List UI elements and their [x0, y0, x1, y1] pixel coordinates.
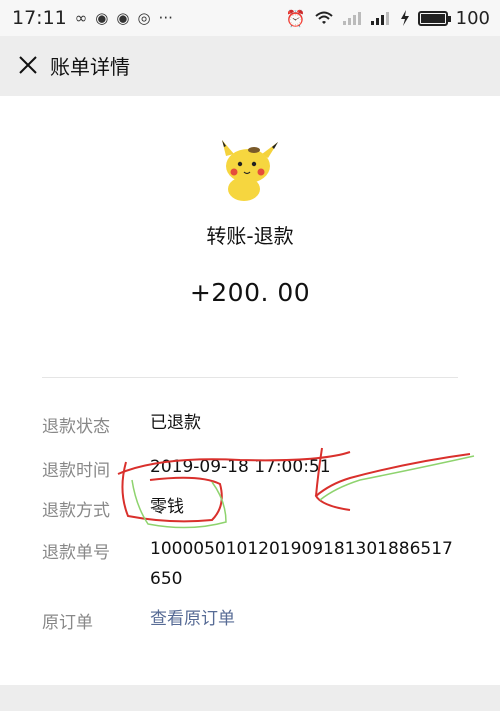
- status-right: ⏰ 100: [286, 8, 490, 29]
- battery-level: 100: [455, 7, 490, 29]
- refund-time-value: 2019-09-18 17:00:51: [150, 457, 331, 477]
- infinity-icon: ∞: [74, 9, 88, 27]
- refund-method-label: 退款方式: [42, 501, 110, 521]
- status-bar: 17:11 ∞ ◉ ◉ ◎ ··· ⏰ 100: [0, 0, 500, 36]
- refund-number-row: 退款单号 1000050101201909181301886517 650: [42, 538, 462, 594]
- amount: +200. 00: [189, 278, 311, 307]
- original-order-row: 原订单 查看原订单: [42, 608, 462, 634]
- status-left: 17:11 ∞ ◉ ◉ ◎ ···: [12, 7, 173, 29]
- refund-time-label: 退款时间: [42, 461, 110, 481]
- app-icon: ◉: [116, 9, 130, 27]
- app-icon: ◉: [95, 9, 109, 27]
- alarm-icon: ⏰: [285, 8, 306, 28]
- refund-status-row: 退款状态 已退款: [42, 412, 462, 438]
- refund-status-value: 已退款: [150, 413, 201, 433]
- signal-4g-icon: [370, 12, 389, 25]
- status-time: 17:11: [12, 7, 67, 29]
- more-dots-icon: ···: [158, 9, 173, 27]
- page-title: 账单详情: [50, 54, 130, 79]
- refund-number-label: 退款单号: [42, 543, 110, 563]
- close-icon[interactable]: [14, 51, 42, 79]
- refund-method-row: 退款方式 零钱: [42, 496, 462, 522]
- refund-number-line2: 650: [150, 569, 183, 589]
- divider: [42, 377, 458, 378]
- bill-detail-card: 转账-退款 +200. 00 退款状态 已退款 退款时间 2019-09-18 …: [0, 96, 500, 685]
- signal-icon: [342, 12, 361, 25]
- pikachu-avatar-icon[interactable]: [210, 132, 284, 202]
- charging-icon: [400, 10, 409, 26]
- battery-icon: [417, 10, 451, 26]
- view-original-order-link[interactable]: 查看原订单: [150, 604, 235, 634]
- weibo-icon: ◎: [137, 9, 151, 27]
- wifi-icon: [314, 11, 333, 24]
- refund-number-line1: 1000050101201909181301886517: [150, 539, 453, 559]
- original-order-label: 原订单: [42, 613, 93, 633]
- refund-number-value: 1000050101201909181301886517 650: [150, 534, 453, 594]
- refund-method-value: 零钱: [150, 497, 184, 517]
- nav-bar: 账单详情: [0, 36, 500, 94]
- refund-status-label: 退款状态: [42, 417, 110, 437]
- transaction-type: 转账-退款: [206, 224, 294, 248]
- refund-time-row: 退款时间 2019-09-18 17:00:51: [42, 456, 462, 482]
